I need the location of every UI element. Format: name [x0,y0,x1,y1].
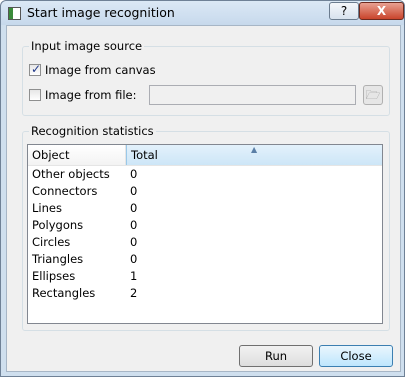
column-header-object[interactable]: Object [28,145,126,165]
folder-open-icon: 🗁 [365,88,381,102]
image-from-file-checkbox[interactable] [29,89,41,101]
cell-total: 0 [130,218,138,232]
cell-object: Ellipses [32,269,76,283]
title-bar[interactable]: Start image recognition ? X [1,1,404,25]
recognition-statistics-group-title: Recognition statistics [29,124,156,138]
cell-total: 0 [130,167,138,181]
browse-button[interactable]: 🗁 [363,85,383,105]
statistics-table[interactable]: Object Total ▲ Other objects 0 Connectors 0… [27,144,383,324]
file-path-input[interactable] [149,85,356,105]
table-row[interactable]: Circles 0 [28,234,382,251]
sort-ascending-icon: ▲ [251,145,258,154]
input-source-group-title: Input image source [29,39,145,53]
cell-object: Polygons [32,218,84,232]
cell-object: Circles [32,235,71,249]
window-title: Start image recognition [27,5,175,20]
close-button[interactable]: Close [319,345,393,367]
table-row[interactable]: Triangles 0 [28,251,382,268]
cell-total: 2 [130,286,138,300]
cell-total: 1 [130,269,138,283]
dialog-window: Start image recognition ? X Input image … [0,0,405,377]
image-from-file-label[interactable]: Image from file: [45,88,136,102]
table-header: Object Total ▲ [28,145,382,166]
help-button[interactable]: ? [329,2,359,20]
app-icon [8,7,21,20]
column-header-total-label: Total [131,148,158,162]
table-row[interactable]: Other objects 0 [28,166,382,183]
cell-total: 0 [130,184,138,198]
table-row[interactable]: Connectors 0 [28,183,382,200]
input-source-group: Input image source [22,39,390,116]
cell-object: Other objects [32,167,110,181]
cell-object: Lines [32,201,62,215]
run-button[interactable]: Run [239,345,313,367]
table-row[interactable]: Lines 0 [28,200,382,217]
cell-object: Triangles [32,252,84,266]
cell-total: 0 [130,252,138,266]
cell-total: 0 [130,201,138,215]
cell-object: Rectangles [32,286,96,300]
image-from-canvas-checkbox[interactable]: ✓ [29,62,42,76]
window-close-button[interactable]: X [359,2,404,20]
image-from-canvas-label[interactable]: Image from canvas [45,63,156,77]
checkmark-icon: ✓ [31,62,42,76]
cell-object: Connectors [32,184,98,198]
table-row[interactable]: Rectangles 2 [28,285,382,302]
cell-total: 0 [130,235,138,249]
table-row[interactable]: Polygons 0 [28,217,382,234]
dialog-body: Input image source ✓ Image from canvas I… [6,25,401,372]
table-row[interactable]: Ellipses 1 [28,268,382,285]
column-header-total[interactable]: Total ▲ [126,145,382,165]
